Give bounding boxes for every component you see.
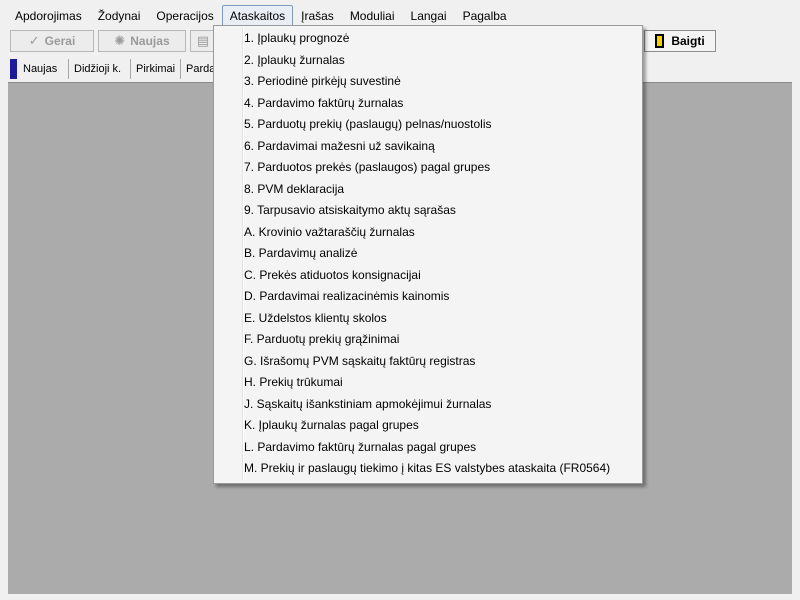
menu-zodynai[interactable]: Žodynai [90,5,149,27]
menu-item-pelnas-nuostolis[interactable]: 5. Parduotų prekių (paslaugų) pelnas/nuo… [244,114,638,135]
tab-didzioji-knyga[interactable]: Didžioji k. [69,59,131,79]
menu-item-es-tiekimo-ataskaita[interactable]: M. Prekių ir paslaugų tiekimo į kitas ES… [244,458,638,479]
menu-item-prekiu-trukumai[interactable]: H. Prekių trūkumai [244,372,638,393]
tab-pirkimai[interactable]: Pirkimai [131,59,181,79]
baigti-label: Baigti [671,34,705,48]
menu-item-pardavimai-mazesni[interactable]: 6. Pardavimai mažesni už savikainą [244,136,638,157]
gerai-button[interactable]: ✓ Gerai [10,30,94,52]
menu-item-uzdelstos-skolos[interactable]: E. Uždelstos klientų skolos [244,308,638,329]
checkmark-icon: ✓ [28,33,40,48]
menu-apdorojimas[interactable]: Apdorojimas [7,5,90,27]
exit-door-icon [655,34,665,48]
menu-item-iplauku-zurnalas-grupes[interactable]: K. Įplaukų žurnalas pagal grupes [244,415,638,436]
gerai-label: Gerai [44,34,76,48]
ataskaitos-dropdown: 1. Įplaukų prognozė 2. Įplaukų žurnalas … [213,25,643,484]
menu-operacijos[interactable]: Operacijos [148,5,221,27]
menu-item-realizacines-kainos[interactable]: D. Pardavimai realizacinėmis kainomis [244,286,638,307]
naujas-label: Naujas [130,34,170,48]
menu-item-pvm-saskaitu-registras[interactable]: G. Išrašomų PVM sąskaitų faktūrų registr… [244,351,638,372]
menu-item-periodine-pirkeju-suvestine[interactable]: 3. Periodinė pirkėjų suvestinė [244,71,638,92]
active-tab-marker [10,59,17,79]
menu-item-iplauku-prognoze[interactable]: 1. Įplaukų prognozė [244,28,638,49]
menu-pagalba[interactable]: Pagalba [455,5,515,27]
menu-item-iplauku-zurnalas[interactable]: 2. Įplaukų žurnalas [244,50,638,71]
tab-naujas[interactable]: Naujas [18,59,69,79]
menu-item-fakturu-zurnalas-grupes[interactable]: L. Pardavimo faktūrų žurnalas pagal grup… [244,437,638,458]
menu-moduliai[interactable]: Moduliai [342,5,403,27]
menu-irasas[interactable]: Įrašas [293,5,342,27]
menu-item-krovinio-vaztarasciai[interactable]: A. Krovinio važtaraščių žurnalas [244,222,638,243]
new-star-icon: ✺ [114,33,126,48]
copy-icon: ▤ [196,33,210,48]
naujas-button[interactable]: ✺ Naujas [98,30,186,52]
menu-item-isankstinis-apmokejimas[interactable]: J. Sąskaitų išankstiniam apmokėjimui žur… [244,394,638,415]
tab-pardavimai[interactable]: Parda [181,59,215,79]
menu-item-pvm-deklaracija[interactable]: 8. PVM deklaracija [244,179,638,200]
app-window: Apdorojimas Žodynai Operacijos Ataskaito… [0,0,800,600]
menu-item-pardavimu-analize[interactable]: B. Pardavimų analizė [244,243,638,264]
baigti-button[interactable]: Baigti [644,30,716,52]
menu-item-konsignacija[interactable]: C. Prekės atiduotos konsignacijai [244,265,638,286]
menu-bar: Apdorojimas Žodynai Operacijos Ataskaito… [0,5,800,27]
menu-item-parduotos-prekes-grupes[interactable]: 7. Parduotos prekės (paslaugos) pagal gr… [244,157,638,178]
menu-item-tarpusavio-aktai[interactable]: 9. Tarpusavio atsiskaitymo aktų sąrašas [244,200,638,221]
menu-langai[interactable]: Langai [403,5,455,27]
menu-ataskaitos[interactable]: Ataskaitos [221,5,294,27]
menu-item-pardavimo-fakturu-zurnalas[interactable]: 4. Pardavimo faktūrų žurnalas [244,93,638,114]
menu-item-grazinimai[interactable]: F. Parduotų prekių grąžinimai [244,329,638,350]
